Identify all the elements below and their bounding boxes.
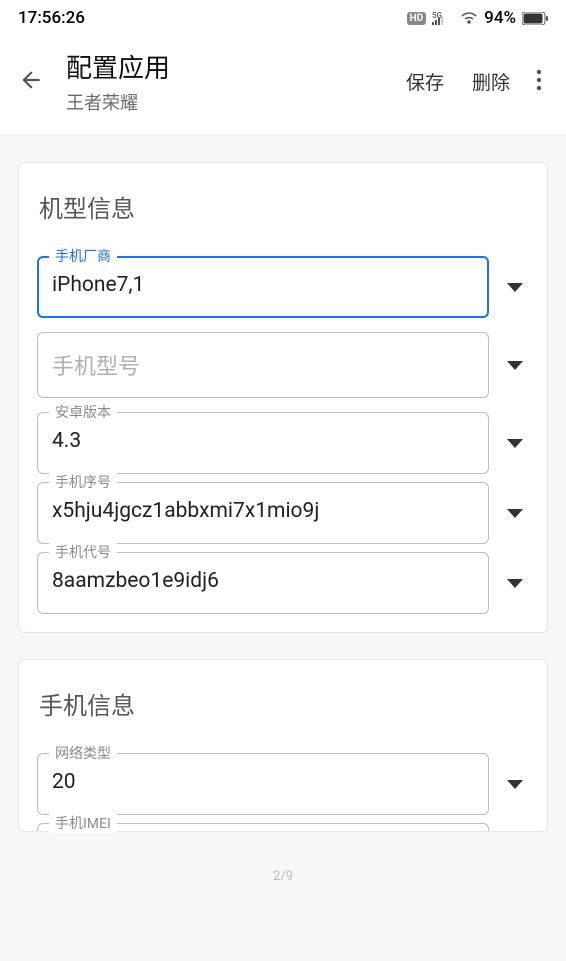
arrow-left-icon — [18, 67, 44, 93]
hd-icon: HD — [407, 12, 427, 25]
wifi-icon — [460, 11, 478, 25]
chevron-down-icon — [507, 439, 523, 449]
page-title: 配置应用 — [66, 48, 392, 85]
more-vert-icon — [536, 69, 542, 91]
card-phone-info: 手机信息 网络类型 20 手机IMEI — [18, 659, 548, 832]
status-time: 17:56:26 — [18, 8, 85, 28]
section-title-device: 机型信息 — [37, 189, 529, 224]
nettype-dropdown[interactable] — [501, 767, 529, 802]
codename-dropdown[interactable] — [501, 566, 529, 601]
field-label-vendor: 手机厂商 — [49, 246, 117, 266]
field-row-vendor: 手机厂商 iPhone7,1 — [37, 256, 529, 318]
page-subtitle: 王者荣耀 — [66, 89, 392, 115]
page-indicator: 2/9 — [273, 869, 293, 884]
status-right: HD 5G 94% — [407, 8, 548, 28]
field-row-android: 安卓版本 4.3 — [37, 412, 529, 474]
chevron-down-icon — [507, 283, 523, 293]
chevron-down-icon — [507, 361, 523, 371]
field-row-nettype: 网络类型 20 — [37, 753, 529, 815]
section-title-phone: 手机信息 — [37, 686, 529, 721]
content: 机型信息 手机厂商 iPhone7,1 手机型号 安卓版本 4.3 — [0, 136, 566, 884]
field-label-codename: 手机代号 — [49, 542, 117, 562]
chevron-down-icon — [507, 509, 523, 519]
card-device-info: 机型信息 手机厂商 iPhone7,1 手机型号 安卓版本 4.3 — [18, 162, 548, 633]
chevron-down-icon — [507, 780, 523, 790]
save-button[interactable]: 保存 — [392, 60, 458, 103]
status-bar: 17:56:26 HD 5G 94% — [0, 0, 566, 34]
svg-text:5G: 5G — [432, 11, 442, 20]
chevron-down-icon — [507, 579, 523, 589]
vendor-dropdown[interactable] — [501, 270, 529, 305]
battery-percent: 94% — [484, 8, 516, 28]
back-button[interactable] — [18, 59, 58, 105]
field-row-serial: 手机序号 x5hju4jgcz1abbxmi7x1mio9j — [37, 482, 529, 544]
field-label-imei: 手机IMEI — [49, 813, 117, 833]
field-label-serial: 手机序号 — [49, 472, 117, 492]
field-row-codename: 手机代号 8aamzbeo1e9idj6 — [37, 552, 529, 614]
app-bar: 配置应用 王者荣耀 保存 删除 — [0, 34, 566, 136]
field-row-imei: 手机IMEI — [37, 823, 529, 831]
android-dropdown[interactable] — [501, 426, 529, 461]
serial-dropdown[interactable] — [501, 496, 529, 531]
field-row-model: 手机型号 — [37, 332, 529, 398]
signal-icon: 5G — [432, 11, 454, 25]
field-label-nettype: 网络类型 — [49, 743, 117, 763]
model-dropdown[interactable] — [501, 348, 529, 383]
field-label-android: 安卓版本 — [49, 402, 117, 422]
battery-icon — [522, 12, 548, 25]
delete-button[interactable]: 删除 — [458, 60, 524, 103]
more-button[interactable] — [524, 61, 548, 103]
model-input[interactable]: 手机型号 — [37, 332, 489, 398]
title-block: 配置应用 王者荣耀 — [66, 48, 392, 115]
